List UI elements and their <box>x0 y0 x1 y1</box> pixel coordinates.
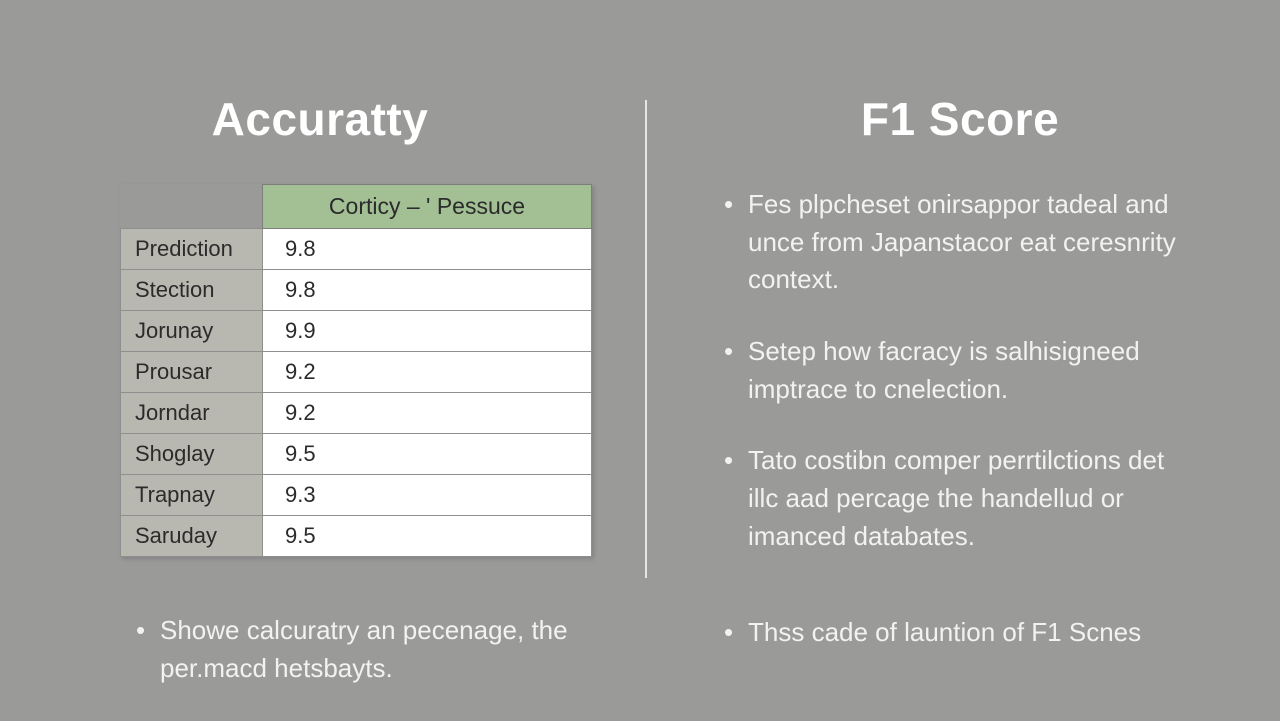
row-value: 9.8 <box>263 270 592 311</box>
row-label: Prousar <box>121 352 263 393</box>
row-value: 9.2 <box>263 352 592 393</box>
list-item: Setep how facracy is salhisigneed imptra… <box>720 333 1200 408</box>
list-item: Thss cade of launtion of F1 Scnes <box>720 614 1200 652</box>
row-label: Saruday <box>121 516 263 557</box>
right-bullets: Fes plpcheset onirsappor tadeal and unce… <box>720 186 1200 590</box>
row-label: Prediction <box>121 229 263 270</box>
row-label: Jorndar <box>121 393 263 434</box>
table-row: Stection 9.8 <box>121 270 592 311</box>
right-heading: F1 Score <box>640 92 1280 146</box>
row-value: 9.9 <box>263 311 592 352</box>
list-item: Fes plpcheset onirsappor tadeal and unce… <box>720 186 1200 299</box>
row-label: Jorunay <box>121 311 263 352</box>
row-value: 9.2 <box>263 393 592 434</box>
left-bullets: Showe calcuratry an pecenage, the per.ma… <box>132 612 612 721</box>
row-label: Stection <box>121 270 263 311</box>
table-header: Corticy – ' Pessuce <box>263 185 592 229</box>
table-row: Prousar 9.2 <box>121 352 592 393</box>
row-value: 9.8 <box>263 229 592 270</box>
row-value: 9.5 <box>263 434 592 475</box>
table-row: Saruday 9.5 <box>121 516 592 557</box>
row-label: Shoglay <box>121 434 263 475</box>
accuracy-table: Corticy – ' Pessuce Prediction 9.8 Stect… <box>120 184 592 557</box>
table-row: Jorunay 9.9 <box>121 311 592 352</box>
table-row: Trapnay 9.3 <box>121 475 592 516</box>
table-row: Shoglay 9.5 <box>121 434 592 475</box>
row-value: 9.3 <box>263 475 592 516</box>
table-blank-corner <box>121 185 263 229</box>
table-row: Jorndar 9.2 <box>121 393 592 434</box>
left-heading: Accuratty <box>0 92 640 146</box>
list-item: Tato costibn comper perrtilctions det il… <box>720 442 1200 555</box>
row-value: 9.5 <box>263 516 592 557</box>
list-item: Showe calcuratry an pecenage, the per.ma… <box>132 612 612 687</box>
row-label: Trapnay <box>121 475 263 516</box>
right-bullets-lower: Thss cade of launtion of F1 Scnes <box>720 614 1200 686</box>
table-row: Prediction 9.8 <box>121 229 592 270</box>
